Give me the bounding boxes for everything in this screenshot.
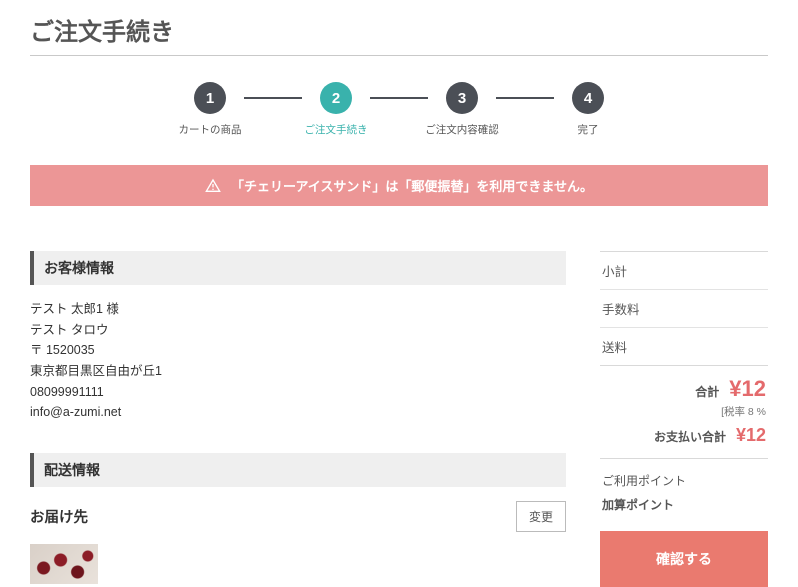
step-4-label: 完了: [578, 122, 599, 137]
step-1-bubble: 1: [194, 82, 226, 114]
step-connector: [496, 97, 554, 99]
total-label: 合計: [695, 383, 719, 400]
page-title: ご注文手続き: [30, 12, 768, 56]
customer-kana: テスト タロウ: [30, 320, 566, 341]
step-2-label: ご注文手続き: [305, 122, 368, 137]
customer-postal: 〒 1520035: [30, 340, 566, 361]
progress-steps: 1 カートの商品 2 ご注文手続き 3 ご注文内容確認 4 完了: [30, 82, 768, 137]
points-box: ご利用ポイント 加算ポイント: [600, 459, 768, 527]
total-value: ¥12: [729, 376, 766, 402]
delivery-sub-heading: お届け先: [30, 506, 88, 527]
point-add-label: 加算ポイント: [602, 493, 766, 517]
fee-row: 手数料: [600, 290, 768, 328]
customer-info: テスト 太郎1 様 テスト タロウ 〒 1520035 東京都目黒区自由が丘1 …: [30, 299, 566, 423]
step-connector: [244, 97, 302, 99]
step-3: 3 ご注文内容確認: [428, 82, 496, 137]
step-2: 2 ご注文手続き: [302, 82, 370, 137]
step-4-bubble: 4: [572, 82, 604, 114]
customer-email: info@a-zumi.net: [30, 402, 566, 423]
pay-label: お支払い合計: [654, 428, 726, 445]
confirm-button[interactable]: 確認する: [600, 531, 768, 587]
step-1: 1 カートの商品: [176, 82, 244, 137]
step-3-bubble: 3: [446, 82, 478, 114]
step-4: 4 完了: [554, 82, 622, 137]
fee-label: 手数料: [602, 299, 640, 318]
alert-text: 「チェリーアイスサンド」は「郵便振替」を利用できません。: [231, 176, 593, 195]
customer-tel: 08099991111: [30, 382, 566, 403]
customer-name: テスト 太郎1 様: [30, 299, 566, 320]
tax-note: [税率 8 %: [721, 404, 766, 419]
point-use-label: ご利用ポイント: [602, 469, 766, 493]
subtotal-row: 小計: [600, 252, 768, 290]
warning-icon: [205, 178, 221, 194]
delivery-heading: 配送情報: [30, 453, 566, 487]
customer-address: 東京都目黒区自由が丘1: [30, 361, 566, 382]
step-3-label: ご注文内容確認: [425, 122, 499, 137]
change-button[interactable]: 変更: [516, 501, 566, 532]
left-column: お客様情報 テスト 太郎1 様 テスト タロウ 〒 1520035 東京都目黒区…: [30, 251, 566, 584]
summary-column: 小計 手数料 送料 合計 ¥12 [税率 8 % お支払い: [600, 251, 768, 587]
subtotal-label: 小計: [602, 261, 627, 280]
alert-banner: 「チェリーアイスサンド」は「郵便振替」を利用できません。: [30, 165, 768, 206]
shipping-row: 送料: [600, 328, 768, 366]
pay-value: ¥12: [736, 425, 766, 446]
product-thumbnail: [30, 544, 98, 584]
customer-heading: お客様情報: [30, 251, 566, 285]
total-box: 合計 ¥12 [税率 8 % お支払い合計 ¥12: [600, 365, 768, 459]
step-1-label: カートの商品: [179, 122, 242, 137]
step-2-bubble: 2: [320, 82, 352, 114]
shipping-label: 送料: [602, 337, 627, 356]
step-connector: [370, 97, 428, 99]
